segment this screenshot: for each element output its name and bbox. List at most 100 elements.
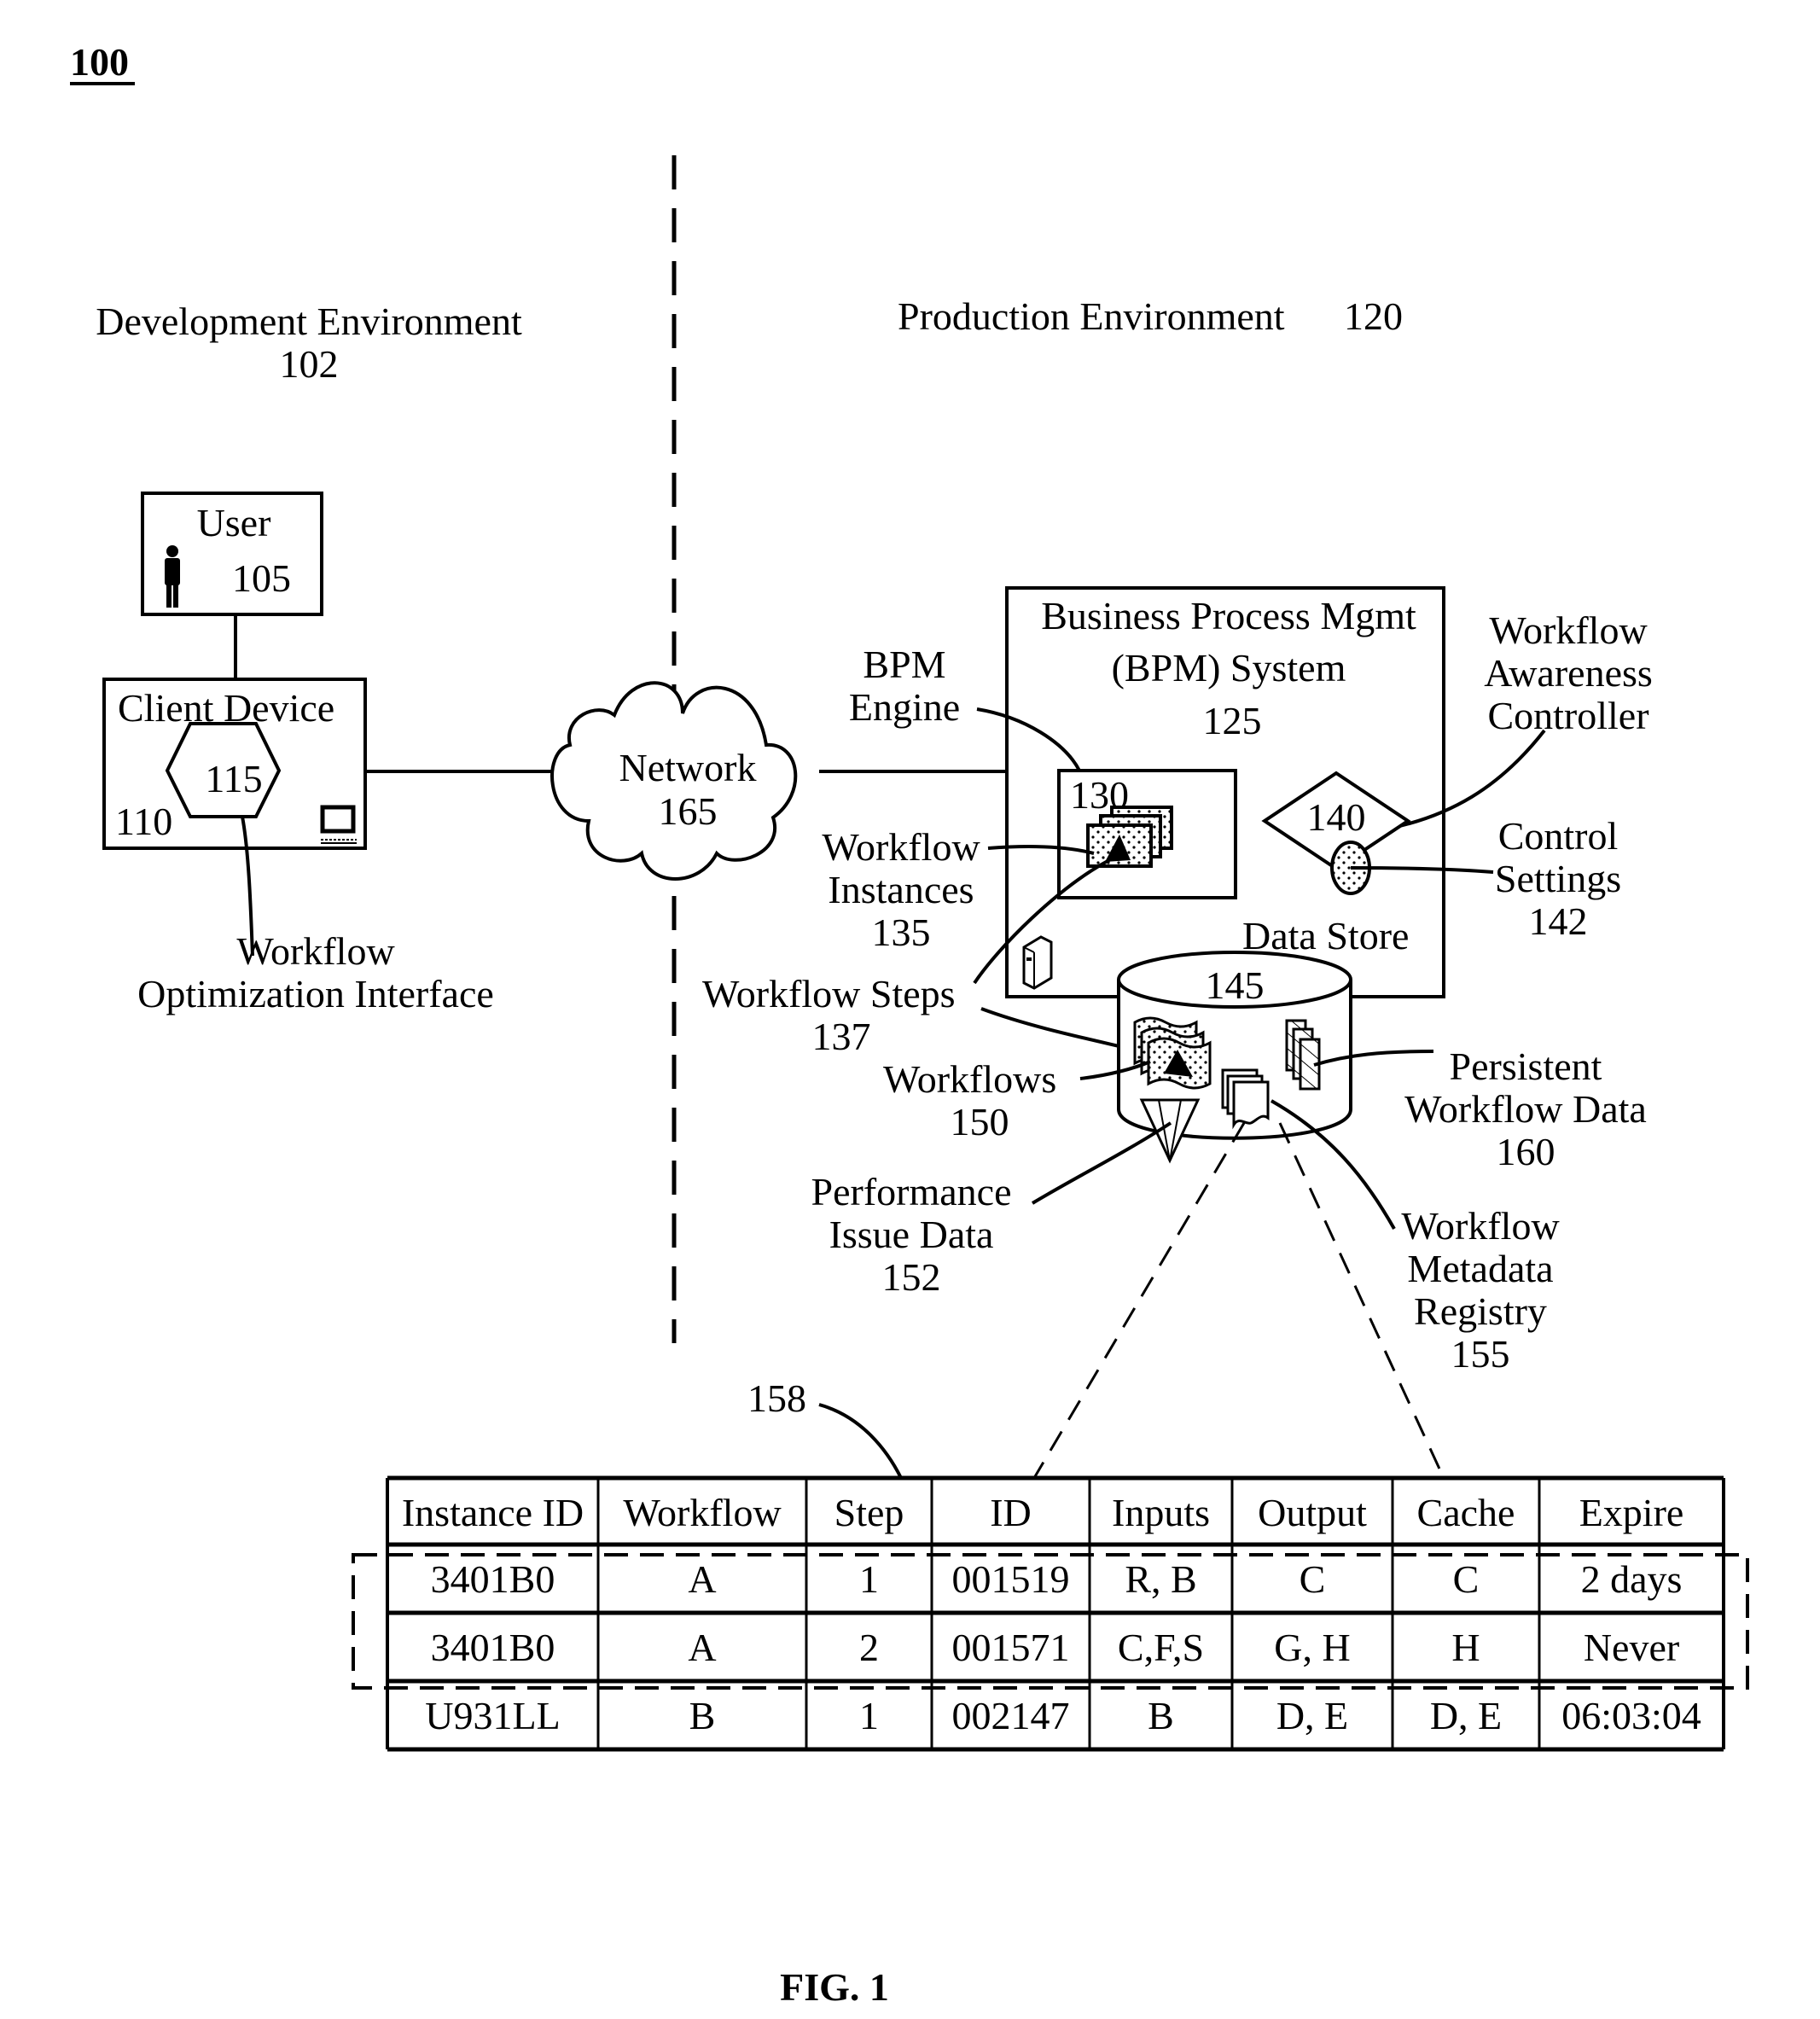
- svg-text:165: 165: [659, 789, 718, 833]
- table-cell: Never: [1584, 1626, 1679, 1669]
- svg-text:Registry: Registry: [1414, 1289, 1547, 1333]
- table-header-cell: Inputs: [1112, 1491, 1210, 1534]
- svg-text:150: 150: [951, 1100, 1009, 1143]
- svg-text:Development Environment: Development Environment: [96, 300, 522, 343]
- svg-text:Business Process Mgmt: Business Process Mgmt: [1041, 594, 1416, 637]
- server-icon: [1022, 935, 1053, 990]
- table-cell: C: [1300, 1557, 1326, 1601]
- table-row[interactable]: 3401B0 A 2 001571 C,F,S G, H H Never: [431, 1626, 1680, 1669]
- svg-text:145: 145: [1206, 963, 1265, 1007]
- svg-text:110: 110: [115, 800, 172, 843]
- persistent-workflow-data-label: Persistent Workflow Data 160: [1404, 1044, 1647, 1173]
- svg-text:Persistent: Persistent: [1450, 1044, 1602, 1088]
- data-store-label: Data Store: [1242, 914, 1409, 957]
- table-cell: C,F,S: [1118, 1626, 1204, 1669]
- table-cell: R, B: [1125, 1557, 1196, 1601]
- workflow-instances-icon: [1086, 806, 1173, 868]
- svg-text:Metadata: Metadata: [1407, 1247, 1553, 1290]
- svg-text:Workflows: Workflows: [883, 1057, 1056, 1101]
- svg-text:137: 137: [812, 1015, 871, 1058]
- table-cell: 3401B0: [431, 1557, 555, 1601]
- svg-text:Workflow: Workflow: [236, 929, 395, 973]
- svg-text:142: 142: [1529, 899, 1588, 943]
- svg-text:Instances: Instances: [828, 868, 974, 911]
- svg-text:120: 120: [1344, 294, 1403, 338]
- performance-issue-data-label: Performance Issue Data 152: [811, 1170, 1012, 1299]
- table-cell: 06:03:04: [1561, 1694, 1701, 1737]
- figure-ref: 100: [70, 40, 135, 85]
- table-header-cell: Expire: [1579, 1491, 1684, 1534]
- svg-text:BPM: BPM: [863, 643, 945, 686]
- svg-text:155: 155: [1451, 1332, 1510, 1376]
- workflow-metadata-registry-label: Workflow Metadata Registry 155: [1401, 1204, 1560, 1376]
- svg-text:115: 115: [205, 757, 262, 800]
- svg-text:Engine: Engine: [849, 685, 960, 729]
- table-cell: B: [689, 1694, 716, 1737]
- table-cell: D, E: [1276, 1694, 1348, 1737]
- table-header-cell: Output: [1258, 1491, 1367, 1534]
- table-cell: 2 days: [1581, 1557, 1683, 1601]
- svg-text:Controller: Controller: [1487, 694, 1648, 737]
- svg-text:135: 135: [872, 911, 931, 954]
- table-cell: A: [688, 1626, 716, 1669]
- table-cell: 1: [859, 1557, 879, 1601]
- registry-callout-left: [1032, 1122, 1246, 1479]
- table-cell: H: [1451, 1626, 1480, 1669]
- svg-text:Workflow: Workflow: [1489, 608, 1648, 652]
- table-row[interactable]: U931LL B 1 002147 B D, E D, E 06:03:04: [425, 1694, 1701, 1737]
- svg-text:Awareness: Awareness: [1484, 651, 1653, 695]
- svg-text:(BPM) System: (BPM) System: [1112, 646, 1346, 689]
- table-cell: D, E: [1430, 1694, 1502, 1737]
- svg-text:125: 125: [1203, 699, 1262, 742]
- production-environment-label: Production Environment 120: [898, 294, 1403, 338]
- figure-canvas: 100 Development Environment 102 Producti…: [70, 40, 1749, 2009]
- svg-text:160: 160: [1497, 1130, 1555, 1173]
- workflow-optimization-interface-hexagon[interactable]: 115: [165, 722, 282, 818]
- svg-text:Issue Data: Issue Data: [829, 1213, 994, 1256]
- workflow-optimization-interface-label: Workflow Optimization Interface: [137, 929, 494, 1015]
- workflow-metadata-table: Instance ID Workflow Step ID Inputs Output Cac…: [386, 1475, 1725, 1752]
- network-cloud[interactable]: Network 165: [550, 681, 798, 881]
- table-header-cell: ID: [990, 1491, 1032, 1534]
- table-cell: 001519: [952, 1557, 1070, 1601]
- control-settings-label: Control Settings 142: [1495, 814, 1621, 943]
- table-cell: 002147: [952, 1694, 1070, 1737]
- table-cell: C: [1453, 1557, 1480, 1601]
- svg-text:Workflow Data: Workflow Data: [1404, 1087, 1647, 1131]
- svg-text:Workflow: Workflow: [1401, 1204, 1560, 1248]
- table-cell: 2: [859, 1626, 879, 1669]
- svg-text:Production Environment: Production Environment: [898, 294, 1285, 338]
- svg-text:100: 100: [70, 40, 129, 84]
- table-cell: B: [1148, 1694, 1174, 1737]
- svg-text:Performance: Performance: [811, 1170, 1012, 1213]
- table-ref-leader-line: [818, 1403, 903, 1479]
- development-environment-label: Development Environment 102: [96, 300, 522, 386]
- table-header-cell: Step: [834, 1491, 904, 1534]
- svg-text:105: 105: [232, 556, 291, 600]
- table-header-cell: Instance ID: [402, 1491, 584, 1534]
- workflow-awareness-controller-label: Workflow Awareness Controller: [1484, 608, 1653, 737]
- table-cell: A: [688, 1557, 716, 1601]
- svg-text:User: User: [197, 501, 271, 544]
- svg-text:Workflow Steps: Workflow Steps: [702, 972, 956, 1015]
- svg-text:102: 102: [280, 342, 339, 386]
- table-cell: 1: [859, 1694, 879, 1737]
- table-row[interactable]: 3401B0 A 1 001519 R, B C C 2 days: [431, 1557, 1683, 1601]
- svg-text:152: 152: [882, 1255, 941, 1299]
- svg-text:Control: Control: [1498, 814, 1619, 858]
- table-cell: 001571: [952, 1626, 1070, 1669]
- table-cell: U931LL: [425, 1694, 560, 1737]
- table-ref: 158: [747, 1376, 806, 1420]
- bpm-engine-box[interactable]: 130: [1057, 769, 1237, 899]
- table-cell: 3401B0: [431, 1626, 555, 1669]
- svg-text:Optimization Interface: Optimization Interface: [137, 972, 494, 1015]
- bpm-engine-label: BPM Engine: [849, 643, 960, 729]
- table-header-cell: Cache: [1417, 1491, 1515, 1534]
- user-box[interactable]: User 105: [141, 492, 323, 616]
- table-cell: G, H: [1274, 1626, 1350, 1669]
- workflow-steps-label: Workflow Steps 137: [702, 972, 956, 1058]
- svg-text:140: 140: [1307, 795, 1366, 839]
- figure-caption: FIG. 1: [780, 1965, 889, 2009]
- workflows-label: Workflows 150: [883, 1057, 1056, 1143]
- svg-text:Network: Network: [619, 746, 757, 789]
